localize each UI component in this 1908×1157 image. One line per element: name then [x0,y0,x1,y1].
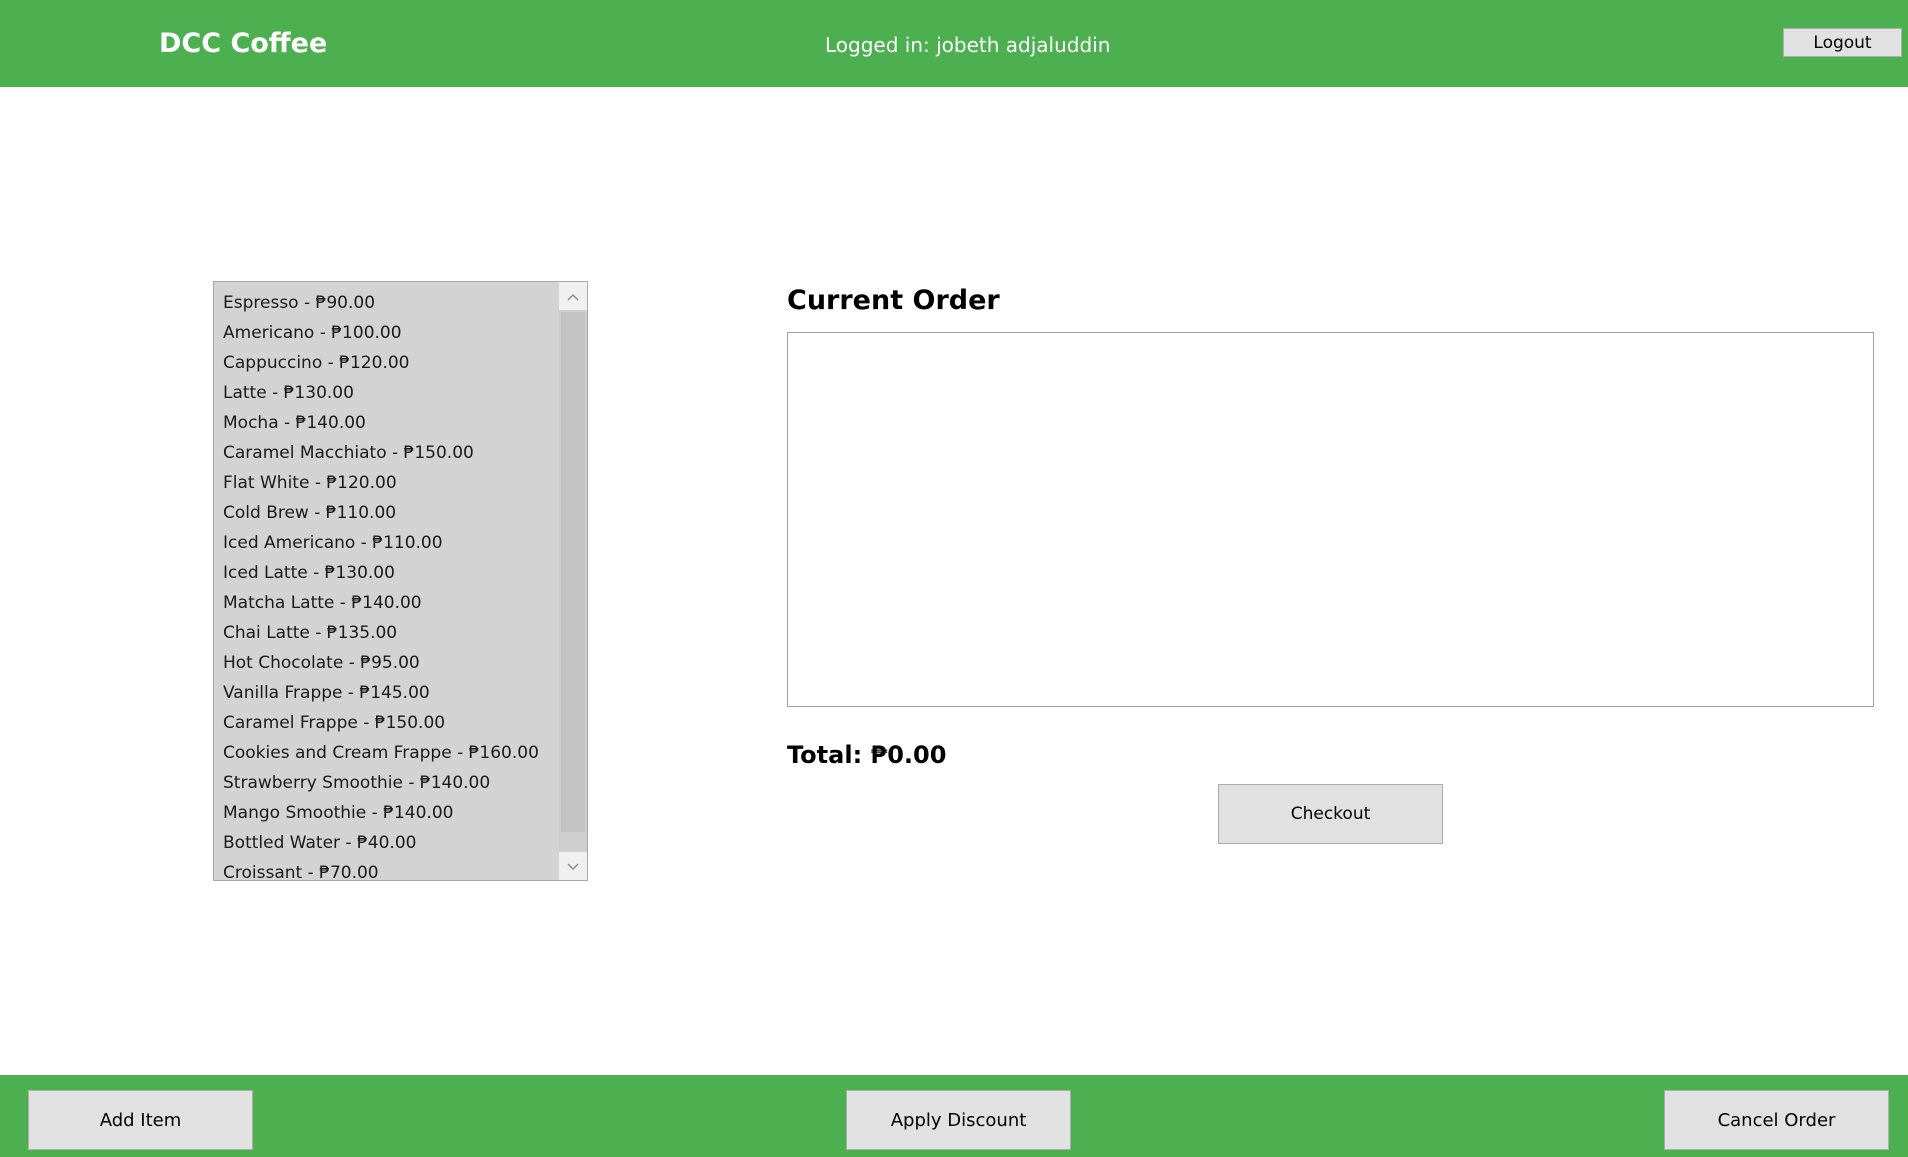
menu-item[interactable]: Matcha Latte - ₱140.00 [223,588,559,618]
menu-item[interactable]: Cookies and Cream Frappe - ₱160.00 [223,738,559,768]
menu-item[interactable]: Americano - ₱100.00 [223,318,559,348]
menu-item[interactable]: Espresso - ₱90.00 [223,288,559,318]
checkout-button[interactable]: Checkout [1218,784,1443,844]
menu-item[interactable]: Cappuccino - ₱120.00 [223,348,559,378]
menu-item[interactable]: Iced Latte - ₱130.00 [223,558,559,588]
menu-scrollbar[interactable] [559,282,587,880]
menu-item[interactable]: Caramel Frappe - ₱150.00 [223,708,559,738]
menu-item[interactable]: Latte - ₱130.00 [223,378,559,408]
scroll-up-button[interactable] [559,282,587,310]
current-order-list[interactable] [787,332,1874,707]
current-order-heading: Current Order [787,285,1000,316]
scroll-thumb[interactable] [561,312,585,832]
logged-in-user-label: Logged in: jobeth adjaluddin [825,33,1111,57]
cancel-order-button[interactable]: Cancel Order [1664,1090,1889,1150]
logout-button[interactable]: Logout [1783,28,1902,57]
menu-item[interactable]: Chai Latte - ₱135.00 [223,618,559,648]
menu-item[interactable]: Flat White - ₱120.00 [223,468,559,498]
footer-bar: Add Item Apply Discount Cancel Order [0,1075,1908,1157]
header-bar: DCC Coffee Logged in: jobeth adjaluddin … [0,0,1908,87]
menu-item[interactable]: Caramel Macchiato - ₱150.00 [223,438,559,468]
order-total-label: Total: ₱0.00 [787,741,947,769]
apply-discount-button[interactable]: Apply Discount [846,1090,1071,1150]
menu-item[interactable]: Cold Brew - ₱110.00 [223,498,559,528]
menu-list-box[interactable]: Espresso - ₱90.00 Americano - ₱100.00 Ca… [213,281,588,881]
menu-item[interactable]: Mango Smoothie - ₱140.00 [223,798,559,828]
scroll-down-button[interactable] [559,852,587,880]
menu-items: Espresso - ₱90.00 Americano - ₱100.00 Ca… [214,282,559,880]
app-title: DCC Coffee [159,28,328,59]
menu-item[interactable]: Croissant - ₱70.00 [223,858,559,880]
menu-item[interactable]: Iced Americano - ₱110.00 [223,528,559,558]
chevron-up-icon [566,287,580,306]
menu-item[interactable]: Strawberry Smoothie - ₱140.00 [223,768,559,798]
chevron-down-icon [566,857,580,876]
add-item-button[interactable]: Add Item [28,1090,253,1150]
menu-item[interactable]: Hot Chocolate - ₱95.00 [223,648,559,678]
menu-item[interactable]: Vanilla Frappe - ₱145.00 [223,678,559,708]
coffee-pos-window: DCC Coffee Logged in: jobeth adjaluddin … [0,0,1908,1157]
menu-item[interactable]: Bottled Water - ₱40.00 [223,828,559,858]
menu-item[interactable]: Mocha - ₱140.00 [223,408,559,438]
